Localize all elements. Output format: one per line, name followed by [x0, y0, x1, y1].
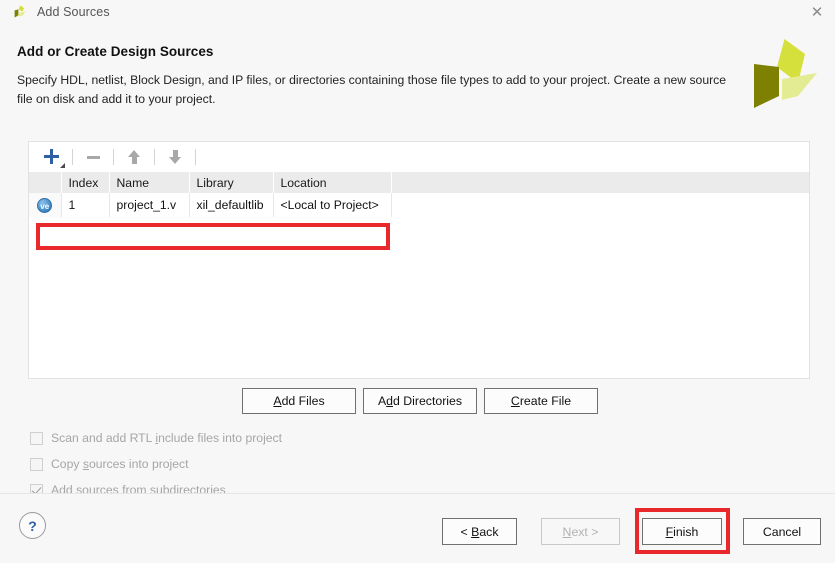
page-description: Specify HDL, netlist, Block Design, and …: [17, 73, 727, 106]
sources-table: Index Name Library Location ve 1 project…: [29, 172, 809, 217]
help-button[interactable]: ?: [19, 512, 46, 539]
checkbox-box[interactable]: [30, 431, 43, 445]
add-directories-button[interactable]: Add Directories: [363, 388, 477, 414]
table-header-row: Index Name Library Location: [29, 172, 809, 193]
toolbar-divider: [113, 149, 114, 165]
arrow-down-icon: [168, 150, 182, 164]
sources-toolbar: [29, 142, 809, 172]
cancel-button[interactable]: Cancel: [743, 518, 821, 545]
back-label: < Back: [460, 524, 499, 539]
dialog-body: Add or Create Design Sources Specify HDL…: [0, 23, 835, 497]
column-header-location[interactable]: Location: [273, 172, 392, 193]
chevron-down-icon: [60, 163, 65, 168]
cell-name[interactable]: project_1.v: [109, 193, 190, 217]
checkbox-copy-sources[interactable]: Copy sources into project: [30, 457, 189, 471]
move-down-button[interactable]: [160, 145, 190, 169]
row-file-type-cell: ve: [29, 193, 62, 217]
design-sources-panel: Index Name Library Location ve 1 project…: [28, 141, 810, 379]
window-title: Add Sources: [37, 4, 110, 19]
column-header-name[interactable]: Name: [109, 172, 190, 193]
create-file-button[interactable]: Create File: [484, 388, 598, 414]
column-header-filler: [391, 172, 809, 193]
remove-source-button[interactable]: [78, 145, 108, 169]
verilog-file-icon: ve: [37, 197, 53, 213]
window-title-bar: Add Sources ✕: [0, 0, 835, 24]
checkbox-box[interactable]: [30, 457, 43, 471]
add-files-button[interactable]: Add Files: [242, 388, 356, 414]
next-button: Next >: [541, 518, 620, 545]
move-up-button[interactable]: [119, 145, 149, 169]
back-button[interactable]: < Back: [442, 518, 517, 545]
cell-index: 1: [61, 193, 110, 217]
cell-library[interactable]: xil_defaultlib: [189, 193, 274, 217]
plus-icon: [44, 149, 60, 165]
minus-icon: [86, 155, 100, 159]
finish-label: Finish: [665, 524, 699, 539]
cell-filler: [391, 193, 809, 217]
column-header-index[interactable]: Index: [61, 172, 110, 193]
xilinx-vivado-icon: [12, 4, 28, 20]
column-header-library[interactable]: Library: [189, 172, 274, 193]
cell-location[interactable]: <Local to Project>: [273, 193, 392, 217]
cancel-label: Cancel: [762, 524, 802, 539]
close-icon[interactable]: ✕: [806, 3, 828, 21]
create-file-label: Create File: [510, 394, 572, 408]
toolbar-divider: [195, 149, 196, 165]
column-header-icon: [29, 172, 62, 193]
add-directories-label: Add Directories: [377, 394, 463, 408]
toolbar-divider: [72, 149, 73, 165]
checkbox-label: Copy sources into project: [51, 457, 189, 471]
table-row[interactable]: ve 1 project_1.v xil_defaultlib <Local t…: [29, 193, 809, 217]
page-title: Add or Create Design Sources: [17, 44, 214, 59]
finish-button[interactable]: Finish: [642, 518, 722, 545]
toolbar-divider: [154, 149, 155, 165]
add-source-button[interactable]: [37, 145, 67, 169]
checkbox-scan-rtl-include[interactable]: Scan and add RTL include files into proj…: [30, 431, 282, 445]
arrow-up-icon: [127, 150, 141, 164]
add-files-label: Add Files: [273, 394, 325, 408]
xilinx-logo: [745, 33, 823, 111]
checkbox-label: Scan and add RTL include files into proj…: [51, 431, 283, 445]
next-label: Next >: [562, 524, 599, 539]
